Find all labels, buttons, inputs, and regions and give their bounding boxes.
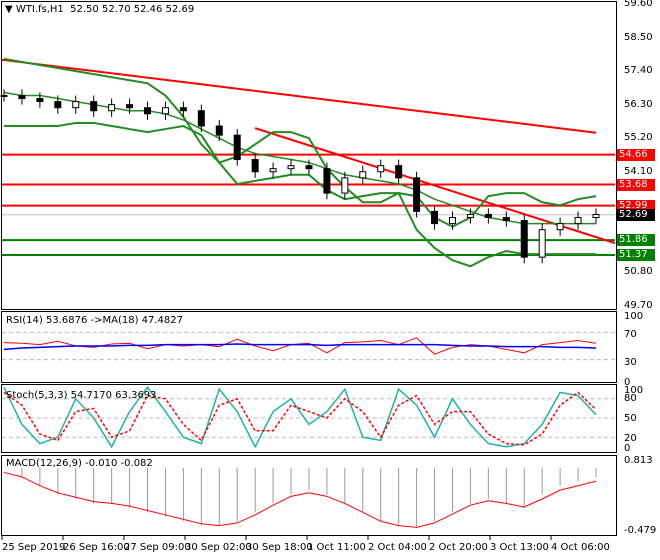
candle-body [359, 171, 367, 179]
price-axis-label: 55.20 [624, 132, 653, 144]
candle-body [251, 159, 259, 173]
price-axis-label: 57.40 [624, 65, 653, 77]
rsi-axis-label: 70 [624, 329, 637, 340]
price-axis-label: 54.10 [624, 165, 653, 177]
rsi-label: RSI(14) 53.6876 ->MA(18) 47.4827 [6, 315, 183, 326]
ohlc-values: 52.50 52.70 52.46 52.69 [70, 4, 195, 15]
price-axis-label: 59.60 [624, 0, 653, 9]
candle-body [144, 107, 152, 115]
candle-body [233, 134, 241, 161]
symbol-label: WTI.fs,H1 [15, 4, 64, 15]
rsi-ma-line [3, 343, 597, 351]
candle-body [287, 165, 295, 170]
rsi-axis-label: 30 [624, 357, 637, 368]
candle-body [72, 101, 80, 109]
candle-body [161, 107, 169, 115]
candle-body [413, 177, 421, 212]
candle-body [197, 110, 205, 127]
chart-canvas[interactable] [0, 0, 660, 560]
stoch-axis-label: 50 [624, 413, 637, 424]
trendline [1, 58, 597, 134]
candle-body [90, 101, 98, 112]
stoch-axis-label: 80 [624, 393, 637, 404]
candle-body [179, 107, 187, 112]
time-axis-label: 2 Oct 20:00 [429, 542, 488, 553]
candle-body [341, 177, 349, 194]
time-axis-label: 1 Oct 11:00 [307, 542, 366, 553]
candle-body [502, 217, 510, 222]
rsi-axis-label: 100 [624, 311, 644, 322]
time-axis-label: 25 Sep 2019 [2, 542, 66, 553]
candle-body [448, 217, 456, 225]
candle-body [108, 104, 116, 112]
candle-body [431, 210, 439, 225]
time-axis-label: 26 Sep 16:00 [63, 542, 130, 553]
time-axis-label: 2 Oct 04:00 [368, 542, 427, 553]
macd-label: MACD(12,26,9) -0.010 -0.082 [6, 458, 153, 469]
candle-body [395, 165, 403, 179]
candle-body [556, 223, 564, 231]
candle-body [323, 168, 331, 194]
level-price-tag: 51.37 [617, 249, 655, 261]
level-price-tag: 54.66 [617, 148, 655, 161]
candle-body [592, 213, 600, 218]
candle-body [54, 101, 62, 109]
macd-axis-label: 0.813 [624, 455, 653, 466]
macd-signal-line [3, 471, 597, 528]
candle-body [520, 220, 528, 258]
level-price-tag: 53.68 [617, 178, 655, 191]
price-axis-label: 58.50 [624, 31, 653, 43]
candle-body [377, 165, 385, 173]
candle-body [305, 165, 313, 170]
time-axis-label: 27 Sep 09:00 [124, 542, 191, 553]
price-axis-label: 50.80 [624, 266, 653, 278]
candle-body [18, 95, 26, 100]
level-price-tag: 51.86 [617, 234, 655, 247]
stoch-axis-label: 0 [624, 443, 631, 454]
candle-body [0, 95, 8, 97]
macd-axis-label: -0.479 [624, 525, 657, 536]
candle-body [466, 213, 474, 218]
time-axis-label: 4 Oct 06:00 [551, 542, 610, 553]
candle-body [538, 229, 546, 258]
bollinger-lower [4, 121, 596, 268]
time-axis-label: 3 Oct 13:00 [490, 542, 549, 553]
candle-body [126, 104, 134, 109]
trading-chart-window: ▼ WTI.fs,H1 52.50 52.70 52.46 52.69 RSI(… [0, 0, 660, 560]
stoch-label: Stoch(5,3,3) 54.7170 63.3693 [6, 390, 157, 401]
candle-body [36, 98, 44, 103]
candle-body [269, 168, 277, 173]
price-axis-label: 56.30 [624, 98, 653, 110]
candle-body [484, 213, 492, 218]
price-axis-label: 49.70 [624, 299, 653, 311]
chart-title: ▼ WTI.fs,H1 52.50 52.70 52.46 52.69 [5, 4, 195, 15]
bollinger-middle [3, 91, 596, 225]
time-axis-label: 30 Sep 18:00 [246, 542, 313, 553]
current-price-tag: 52.69 [617, 208, 655, 221]
candle-body [574, 217, 582, 225]
candle-body [215, 125, 223, 136]
time-axis-label: 30 Sep 02:00 [185, 542, 252, 553]
